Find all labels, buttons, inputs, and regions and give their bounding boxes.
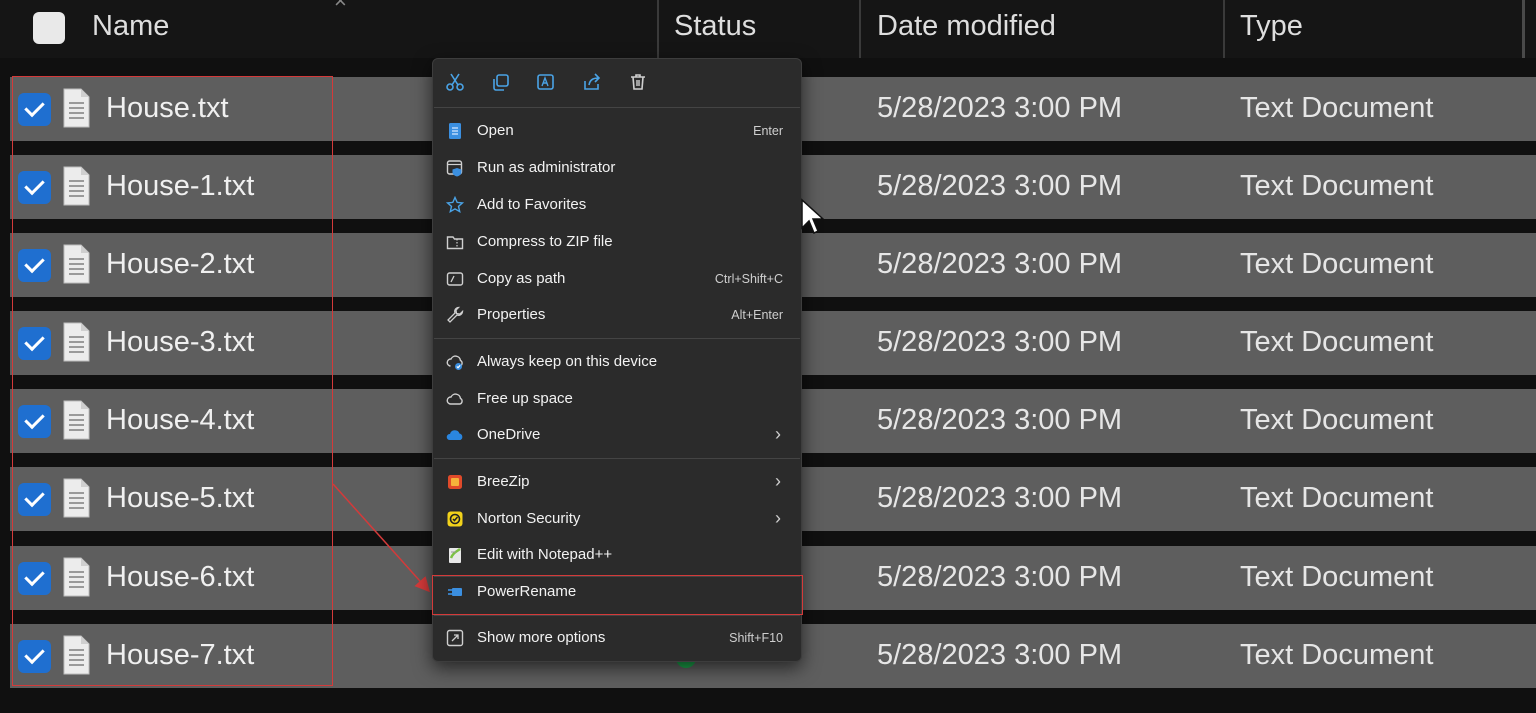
file-date: 5/28/2023 3:00 PM <box>877 639 1123 671</box>
column-date-modified[interactable]: Date modified <box>877 10 1056 43</box>
notepad-plus-plus-icon <box>445 545 465 565</box>
column-divider[interactable] <box>657 0 659 58</box>
menu-item-free-up-space[interactable]: Free up space <box>437 382 799 416</box>
menu-item-label: Compress to ZIP file <box>477 233 613 250</box>
file-date: 5/28/2023 3:00 PM <box>877 92 1123 124</box>
copy-icon[interactable] <box>488 69 514 95</box>
column-name[interactable]: Name <box>92 10 169 43</box>
menu-item-shortcut: Enter <box>753 124 783 138</box>
menu-item-shortcut: Shift+F10 <box>729 631 783 645</box>
open-icon <box>445 121 465 141</box>
file-date: 5/28/2023 3:00 PM <box>877 561 1123 593</box>
cut-icon[interactable] <box>442 69 468 95</box>
menu-item-compress-zip[interactable]: Compress to ZIP file <box>437 225 799 259</box>
file-date: 5/28/2023 3:00 PM <box>877 326 1123 358</box>
onedrive-icon <box>445 425 465 445</box>
menu-item-label: Add to Favorites <box>477 196 587 213</box>
share-icon[interactable] <box>579 69 605 95</box>
file-type: Text Document <box>1240 482 1434 514</box>
menu-item-breezip[interactable]: BreeZip › <box>437 465 799 499</box>
menu-separator <box>434 338 800 339</box>
column-divider[interactable] <box>859 0 861 58</box>
star-icon <box>445 195 465 215</box>
menu-separator <box>434 615 800 616</box>
file-type: Text Document <box>1240 639 1434 671</box>
menu-item-shortcut: Ctrl+Shift+C <box>714 272 783 286</box>
menu-item-always-keep[interactable]: Always keep on this device <box>437 345 799 379</box>
menu-separator <box>434 107 800 108</box>
mouse-cursor-icon <box>801 198 825 235</box>
path-icon <box>445 269 465 289</box>
zip-icon <box>445 232 465 252</box>
menu-item-edit-notepad-plus-plus[interactable]: Edit with Notepad++ <box>437 538 799 572</box>
scrollbar[interactable] <box>1522 0 1525 58</box>
file-date: 5/28/2023 3:00 PM <box>877 248 1123 280</box>
menu-item-run-as-administrator[interactable]: Run as administrator <box>437 151 799 185</box>
menu-item-label: Run as administrator <box>477 159 616 176</box>
file-date: 5/28/2023 3:00 PM <box>877 170 1123 202</box>
file-type: Text Document <box>1240 326 1434 358</box>
file-type: Text Document <box>1240 561 1434 593</box>
close-icon[interactable]: × <box>334 0 347 14</box>
select-all-checkbox[interactable] <box>33 12 65 44</box>
menu-item-label: Always keep on this device <box>477 353 658 370</box>
menu-item-show-more-options[interactable]: Show more options Shift+F10 <box>437 621 799 655</box>
menu-item-shortcut: Alt+Enter <box>731 308 783 322</box>
menu-item-properties[interactable]: Properties Alt+Enter <box>437 298 799 332</box>
cloud-sync-icon <box>445 352 465 372</box>
menu-item-label: Edit with Notepad++ <box>477 546 613 563</box>
norton-icon <box>445 509 465 529</box>
column-type[interactable]: Type <box>1240 10 1303 43</box>
cloud-icon <box>445 389 465 409</box>
file-type: Text Document <box>1240 170 1434 202</box>
menu-item-onedrive[interactable]: OneDrive › <box>437 418 799 452</box>
column-divider[interactable] <box>1223 0 1225 58</box>
menu-item-label: BreeZip <box>477 473 530 490</box>
menu-item-norton-security[interactable]: Norton Security › <box>437 502 799 536</box>
column-status[interactable]: Status <box>674 10 756 43</box>
chevron-right-icon: › <box>775 471 781 491</box>
file-date: 5/28/2023 3:00 PM <box>877 482 1123 514</box>
chevron-right-icon: › <box>775 508 781 528</box>
column-header: Name × Status Date modified Type <box>0 0 1536 58</box>
file-type: Text Document <box>1240 248 1434 280</box>
file-type: Text Document <box>1240 92 1434 124</box>
menu-item-label: Free up space <box>477 390 573 407</box>
delete-icon[interactable] <box>625 69 651 95</box>
more-options-icon <box>445 628 465 648</box>
menu-item-open[interactable]: Open Enter <box>437 114 799 148</box>
menu-separator <box>434 458 800 459</box>
menu-item-label: Open <box>477 122 514 139</box>
rename-icon[interactable] <box>533 69 559 95</box>
menu-item-label: Properties <box>477 306 546 323</box>
wrench-icon <box>445 305 465 325</box>
menu-item-label: Copy as path <box>477 270 566 287</box>
selection-highlight-box <box>12 76 333 686</box>
context-menu-toolbar <box>433 59 801 107</box>
file-date: 5/28/2023 3:00 PM <box>877 404 1123 436</box>
context-menu: Open Enter Run as administrator Add to F… <box>432 58 802 662</box>
powerrename-highlight-box <box>432 575 803 615</box>
menu-item-label: Show more options <box>477 629 606 646</box>
breezip-icon <box>445 472 465 492</box>
admin-icon <box>445 158 465 178</box>
menu-item-add-to-favorites[interactable]: Add to Favorites <box>437 188 799 222</box>
chevron-right-icon: › <box>775 424 781 444</box>
file-type: Text Document <box>1240 404 1434 436</box>
menu-item-label: OneDrive <box>477 426 541 443</box>
menu-item-label: Norton Security <box>477 510 581 527</box>
menu-item-copy-as-path[interactable]: Copy as path Ctrl+Shift+C <box>437 262 799 296</box>
